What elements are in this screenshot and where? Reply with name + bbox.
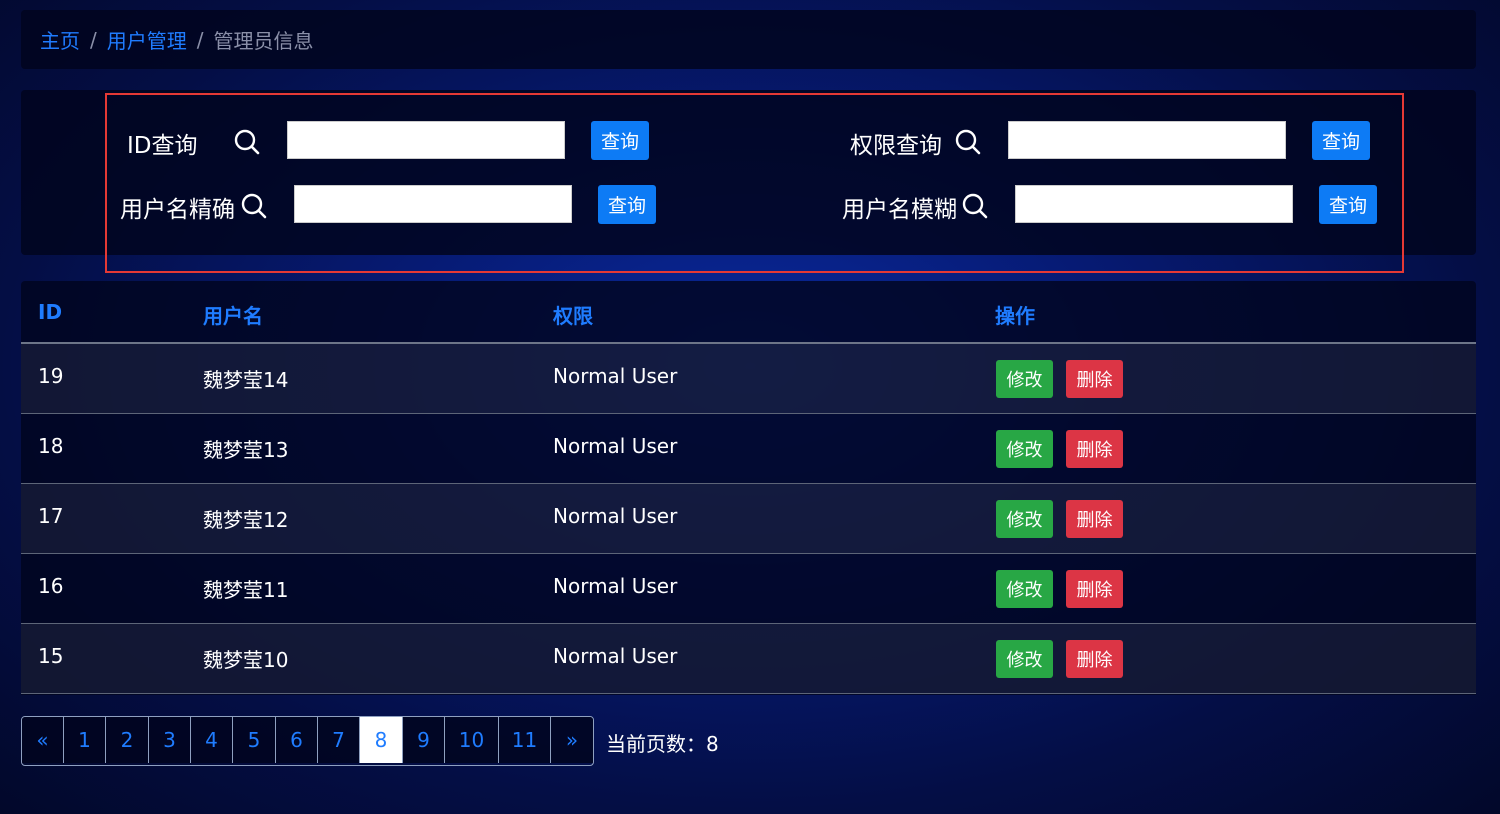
pagination-page[interactable]: 7 (318, 717, 360, 763)
pagination-prev[interactable]: « (22, 717, 64, 763)
cell-id: 15 (38, 644, 64, 668)
pagination-page[interactable]: 10 (445, 717, 499, 763)
search-icon (962, 193, 988, 219)
delete-button[interactable]: 删除 (1066, 500, 1123, 538)
pagination: « 1 2 3 4 5 6 7 8 9 10 11 » (21, 716, 594, 766)
table-row: 16 魏梦莹11 Normal User 修改 删除 (21, 554, 1476, 624)
cell-username: 魏梦莹11 (203, 578, 289, 602)
table-row: 18 魏梦莹13 Normal User 修改 删除 (21, 414, 1476, 484)
breadcrumb-separator: / (90, 27, 97, 52)
cell-role: Normal User (553, 504, 678, 528)
fuzzy-username-input[interactable] (1015, 185, 1293, 223)
breadcrumb-home-link[interactable]: 主页 (40, 25, 80, 54)
delete-button[interactable]: 删除 (1066, 570, 1123, 608)
cell-id: 16 (38, 574, 64, 598)
pagination-page[interactable]: 3 (149, 717, 191, 763)
table-row: 17 魏梦莹12 Normal User 修改 删除 (21, 484, 1476, 554)
edit-button[interactable]: 修改 (996, 640, 1053, 678)
cell-role: Normal User (553, 434, 678, 458)
role-query-input[interactable] (1008, 121, 1286, 159)
exact-username-label: 用户名精确 (120, 197, 235, 223)
breadcrumb: 主页 / 用户管理 / 管理员信息 (21, 10, 1476, 69)
search-icon (241, 193, 267, 219)
pagination-page[interactable]: 1 (64, 717, 106, 763)
exact-username-button[interactable]: 查询 (598, 185, 656, 224)
cell-username: 魏梦莹12 (203, 508, 289, 532)
search-highlight-box (105, 93, 1404, 273)
search-icon (955, 129, 981, 155)
pagination-page[interactable]: 4 (191, 717, 233, 763)
pagination-next[interactable]: » (551, 717, 593, 763)
id-query-button[interactable]: 查询 (591, 121, 649, 160)
role-query-button[interactable]: 查询 (1312, 121, 1370, 160)
search-icon (234, 129, 260, 155)
role-query-label: 权限查询 (850, 133, 942, 159)
cell-id: 18 (38, 434, 64, 458)
pagination-page[interactable]: 5 (233, 717, 276, 763)
id-query-label: ID查询 (127, 133, 198, 159)
fuzzy-username-button[interactable]: 查询 (1319, 185, 1377, 224)
cell-id: 19 (38, 364, 64, 388)
edit-button[interactable]: 修改 (996, 360, 1053, 398)
breadcrumb-current: 管理员信息 (213, 29, 314, 53)
cell-username: 魏梦莹14 (203, 368, 289, 392)
table-header: ID 用户名 权限 操作 (21, 281, 1476, 344)
edit-button[interactable]: 修改 (996, 500, 1053, 538)
fuzzy-username-label: 用户名模糊 (842, 197, 957, 223)
column-header-username: 用户名 (203, 304, 263, 328)
breadcrumb-separator: / (196, 27, 204, 52)
delete-button[interactable]: 删除 (1066, 640, 1123, 678)
id-query-input[interactable] (287, 121, 565, 159)
pagination-page[interactable]: 9 (403, 717, 445, 763)
current-page-label: 当前页数：8 (606, 732, 719, 756)
cell-role: Normal User (553, 364, 678, 388)
pagination-page[interactable]: 2 (106, 717, 149, 763)
cell-role: Normal User (553, 644, 678, 668)
cell-username: 魏梦莹13 (203, 438, 289, 462)
table-row: 15 魏梦莹10 Normal User 修改 删除 (21, 624, 1476, 694)
pagination-page[interactable]: 6 (276, 717, 318, 763)
delete-button[interactable]: 删除 (1066, 360, 1123, 398)
column-header-role: 权限 (553, 304, 593, 328)
cell-id: 17 (38, 504, 64, 528)
delete-button[interactable]: 删除 (1066, 430, 1123, 468)
exact-username-input[interactable] (294, 185, 572, 223)
edit-button[interactable]: 修改 (996, 430, 1053, 468)
breadcrumb-user-management-link[interactable]: 用户管理 (107, 25, 187, 54)
table-row: 19 魏梦莹14 Normal User 修改 删除 (21, 344, 1476, 414)
user-table: ID 用户名 权限 操作 19 魏梦莹14 Normal User 修改 删除 … (21, 281, 1476, 695)
edit-button[interactable]: 修改 (996, 570, 1053, 608)
pagination-page[interactable]: 11 (499, 717, 551, 763)
cell-role: Normal User (553, 574, 678, 598)
pagination-page-active[interactable]: 8 (360, 717, 403, 763)
column-header-id: ID (38, 300, 63, 324)
column-header-actions: 操作 (995, 304, 1035, 328)
cell-username: 魏梦莹10 (203, 648, 289, 672)
